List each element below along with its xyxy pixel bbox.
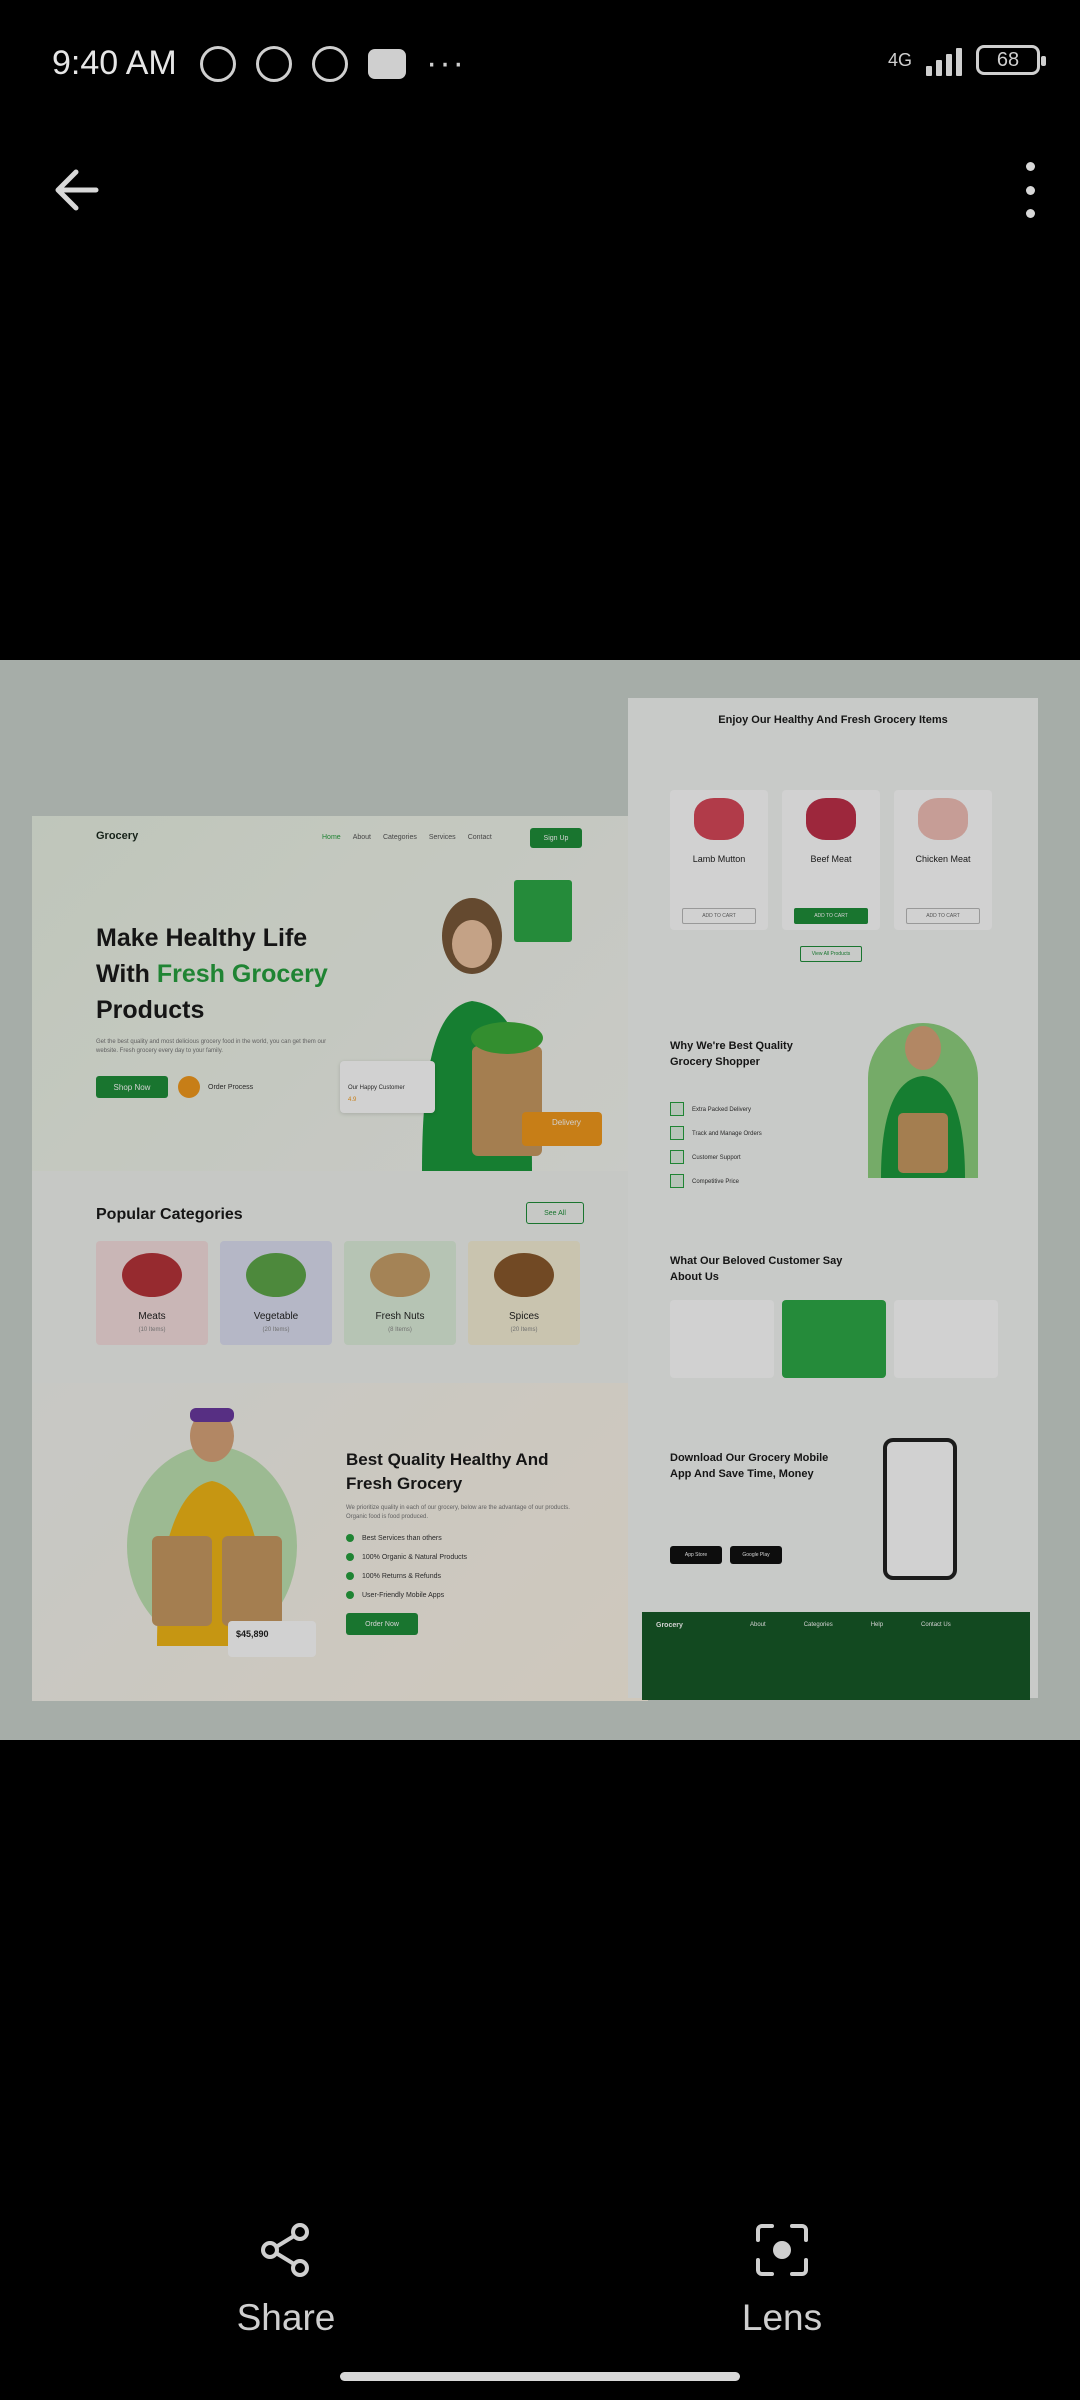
status-bar: 9:40 AM ··· 4G 68 xyxy=(0,0,1080,130)
back-arrow-icon[interactable] xyxy=(48,160,108,220)
record-icon xyxy=(312,45,348,82)
more-notifications-icon: ··· xyxy=(426,44,466,82)
signal-icon xyxy=(926,44,962,76)
status-time: 9:40 AM xyxy=(52,44,177,82)
share-icon xyxy=(261,2223,309,2277)
alarm-icon xyxy=(200,45,236,82)
system-icons: 4G 68 xyxy=(887,44,1046,76)
gesture-nav-bar[interactable] xyxy=(340,2372,740,2381)
share-button[interactable]: Share xyxy=(186,2220,386,2339)
lens-button[interactable]: Lens xyxy=(682,2220,882,2339)
network-type: 4G xyxy=(887,50,912,70)
image-dim-overlay xyxy=(0,660,1080,1740)
notification-icons: ··· xyxy=(200,44,466,83)
lens-icon xyxy=(756,2224,808,2276)
lens-label: Lens xyxy=(741,2297,823,2338)
share-label: Share xyxy=(236,2297,336,2338)
more-options-icon[interactable] xyxy=(1010,162,1050,218)
battery-icon: 68 xyxy=(976,45,1046,75)
youtube-icon xyxy=(368,48,406,79)
whatsapp-icon xyxy=(256,45,292,82)
viewed-image[interactable]: Grocery Home About Categories Services C… xyxy=(0,660,1080,1740)
